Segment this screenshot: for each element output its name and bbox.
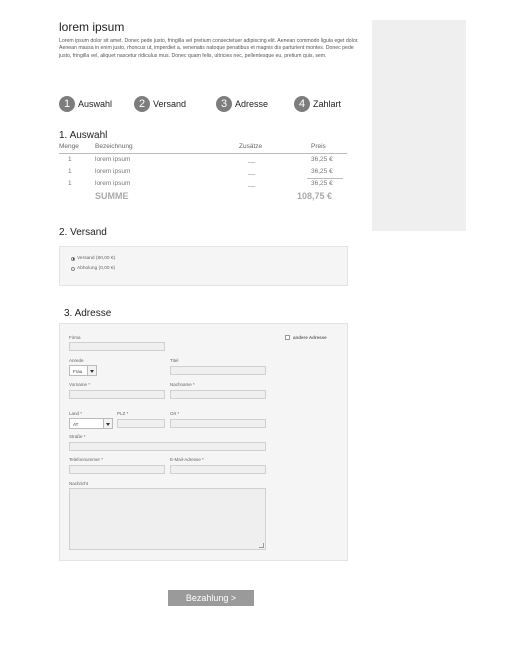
sum-label: SUMME xyxy=(95,191,129,201)
sum-row: SUMME 108,75 € xyxy=(59,190,347,204)
page-title: lorem ipsum xyxy=(59,20,125,34)
shipping-option-abholung[interactable]: Abholung (0,00 €) xyxy=(71,266,115,271)
row-qty: 1 xyxy=(68,180,72,187)
chevron-down-icon[interactable] xyxy=(103,419,112,428)
step-label: Zahlart xyxy=(313,99,342,109)
checkout-steps: 1 Auswahl 2 Versand 3 Adresse 4 Zahlart xyxy=(59,96,349,114)
phone-label: Telefonnummer * xyxy=(69,457,104,462)
salutation-label: Anrede xyxy=(69,358,84,363)
last-name-input[interactable] xyxy=(170,390,266,399)
header-desc: Bezeichnung xyxy=(95,143,133,150)
header-extras: Zusätze xyxy=(239,143,263,150)
section-title-shipping: 2. Versand xyxy=(59,227,107,238)
header-price: Preis xyxy=(311,143,326,150)
step-label: Versand xyxy=(153,99,187,109)
section-title-selection: 1. Auswahl xyxy=(59,130,108,141)
city-input[interactable] xyxy=(170,419,266,428)
step-label: Auswahl xyxy=(78,99,113,109)
shipping-option-label: Abholung (0,00 €) xyxy=(77,266,116,271)
step-adresse[interactable]: 3 Adresse xyxy=(216,96,268,112)
step-versand[interactable]: 2 Versand xyxy=(134,96,186,112)
row-extras: __ xyxy=(248,156,256,163)
resize-handle-icon[interactable] xyxy=(259,543,264,548)
other-address-checkbox[interactable] xyxy=(285,335,290,340)
row-extras: __ xyxy=(248,168,256,175)
address-form: Firma andere Adresse Anrede Frau Titel V… xyxy=(59,323,348,561)
sidebar-panel xyxy=(372,20,466,231)
message-label: Nachricht xyxy=(69,481,89,486)
table-row: 1 lorem ipsum __ 36,25 € xyxy=(59,166,347,178)
city-label: Ort * xyxy=(170,411,180,416)
street-input[interactable] xyxy=(69,442,266,451)
email-label: E-Mail-Adresse * xyxy=(170,457,204,462)
row-price: 36,25 € xyxy=(311,156,333,163)
table-row: 1 lorem ipsum __ 36,25 € xyxy=(59,154,347,166)
step-number: 4 xyxy=(294,96,310,112)
zip-label: PLZ * xyxy=(117,411,129,416)
country-value: AT xyxy=(73,422,79,427)
row-desc: lorem ipsum xyxy=(95,180,131,187)
company-input[interactable] xyxy=(69,342,165,351)
selection-table: Menge Bezeichnung Zusätze Preis 1 lorem … xyxy=(59,143,347,204)
message-textarea[interactable] xyxy=(69,488,266,550)
row-price: 36,25 € xyxy=(311,168,333,175)
shipping-option-label: Versand (80,00 €) xyxy=(77,256,116,261)
radio-selected-icon[interactable] xyxy=(71,256,75,261)
company-label: Firma xyxy=(69,335,81,340)
shipping-box: Versand (80,00 €) Abholung (0,00 €) xyxy=(59,246,348,286)
row-desc: lorem ipsum xyxy=(95,168,131,175)
row-price: 36,25 € xyxy=(311,180,333,187)
step-label: Adresse xyxy=(235,99,269,109)
chevron-down-icon[interactable] xyxy=(87,366,96,375)
first-name-label: Vorname * xyxy=(69,382,91,387)
phone-input[interactable] xyxy=(69,465,165,474)
shipping-option-versand[interactable]: Versand (80,00 €) xyxy=(71,256,115,261)
salutation-value: Frau xyxy=(73,369,83,374)
table-row: 1 lorem ipsum __ 36,25 € xyxy=(59,178,347,190)
step-number: 3 xyxy=(216,96,232,112)
title-input[interactable] xyxy=(170,366,266,375)
radio-icon[interactable] xyxy=(71,266,75,271)
sum-value: 108,75 € xyxy=(297,191,333,201)
section-title-address: 3. Adresse xyxy=(64,308,112,319)
payment-button[interactable]: Bezahlung > xyxy=(168,590,254,606)
row-qty: 1 xyxy=(68,156,72,163)
last-name-label: Nachname * xyxy=(170,382,195,387)
zip-input[interactable] xyxy=(117,419,165,428)
row-extras: __ xyxy=(248,180,256,187)
email-input[interactable] xyxy=(170,465,266,474)
row-qty: 1 xyxy=(68,168,72,175)
other-address-label: andere Adresse xyxy=(293,335,327,340)
step-zahlart[interactable]: 4 Zahlart xyxy=(294,96,341,112)
step-auswahl[interactable]: 1 Auswahl xyxy=(59,96,112,112)
country-select[interactable]: AT xyxy=(69,418,113,429)
first-name-input[interactable] xyxy=(69,390,165,399)
row-desc: lorem ipsum xyxy=(95,156,131,163)
salutation-select[interactable]: Frau xyxy=(69,365,97,376)
intro-text: Lorem ipsum dolor sit amet. Donec pede j… xyxy=(59,38,359,59)
country-label: Land * xyxy=(69,411,83,416)
step-number: 1 xyxy=(59,96,75,112)
street-label: Straße * xyxy=(69,434,86,439)
table-header: Menge Bezeichnung Zusätze Preis xyxy=(59,143,347,154)
title-label: Titel xyxy=(170,358,179,363)
header-qty: Menge xyxy=(59,143,79,150)
step-number: 2 xyxy=(134,96,150,112)
